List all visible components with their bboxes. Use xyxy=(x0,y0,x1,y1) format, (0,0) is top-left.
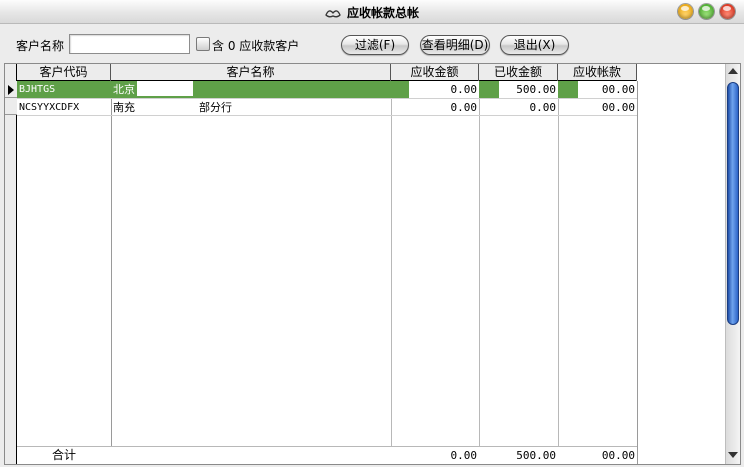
column-header-code[interactable]: 客户代码 xyxy=(17,64,111,81)
row-divider xyxy=(17,115,637,116)
app-logo-icon xyxy=(325,10,341,18)
column-header-name[interactable]: 客户名称 xyxy=(111,64,391,81)
exit-button[interactable]: 退出(X) xyxy=(500,35,569,55)
total-balance: 00.00 xyxy=(601,449,635,462)
title-bar: 应收帐款总帐 xyxy=(0,0,744,24)
customer-name-text: 北京 xyxy=(113,83,135,96)
customer-name-text: 南充 xyxy=(113,101,135,114)
column-header-received[interactable]: 已收金额 xyxy=(479,64,558,81)
redacted-block xyxy=(137,81,193,96)
ledger-grid[interactable]: 客户代码 客户名称 应收金额 已收金额 应收帐款 BJHTGS 北京 0.00 … xyxy=(4,63,741,465)
scroll-up-arrow-icon[interactable] xyxy=(728,68,738,74)
view-detail-button[interactable]: 查看明细(D) xyxy=(420,35,490,55)
customer-name-suffix: 部分行 xyxy=(199,101,232,114)
cell-received: 0.00 xyxy=(529,101,557,114)
cell-customer-name: 南充 部分行 xyxy=(111,99,391,116)
include-zero-label: 含 0 应收款客户 xyxy=(212,39,300,53)
customer-name-input[interactable] xyxy=(69,34,190,54)
column-divider xyxy=(558,81,559,464)
close-icon[interactable] xyxy=(720,4,735,19)
total-received: 500.00 xyxy=(516,449,556,462)
cell-customer-name: 北京 xyxy=(111,81,391,98)
include-zero-checkbox[interactable] xyxy=(196,37,210,51)
customer-name-label: 客户名称 xyxy=(16,39,65,53)
cell-balance: 00.00 xyxy=(601,101,635,114)
window-title: 应收帐款总帐 xyxy=(346,6,419,20)
window-title-wrap: 应收帐款总帐 xyxy=(0,4,744,21)
zoom-icon[interactable] xyxy=(699,4,714,19)
cell-receivable: 0.00 xyxy=(450,101,478,114)
table-header: 客户代码 客户名称 应收金额 已收金额 应收帐款 xyxy=(17,64,637,81)
column-divider xyxy=(111,81,112,464)
column-header-receivable[interactable]: 应收金额 xyxy=(391,64,479,81)
total-row: 合计 0.00 500.00 00.00 xyxy=(17,446,637,464)
column-header-balance[interactable]: 应收帐款 xyxy=(558,64,637,81)
cell-received: 500.00 xyxy=(499,81,558,98)
filter-button[interactable]: 过滤(F) xyxy=(341,35,409,55)
total-label: 合计 xyxy=(51,448,76,462)
total-receivable: 0.00 xyxy=(450,449,478,462)
scroll-thumb[interactable] xyxy=(727,82,739,325)
cell-balance: 00.00 xyxy=(578,81,637,98)
scroll-down-arrow-icon[interactable] xyxy=(728,452,738,458)
column-divider xyxy=(637,81,638,464)
table-row[interactable]: BJHTGS 北京 0.00 500.00 00.00 xyxy=(17,81,637,98)
cell-customer-code: BJHTGS xyxy=(19,84,56,95)
cell-customer-code: NCSYYXCDFX xyxy=(19,102,80,113)
row-indicator[interactable] xyxy=(5,98,17,115)
minimize-icon[interactable] xyxy=(678,4,693,19)
row-indicator[interactable] xyxy=(5,81,17,98)
current-row-arrow-icon xyxy=(8,85,14,95)
row-indicator-column xyxy=(5,64,17,464)
table-row[interactable]: NCSYYXCDFX 南充 部分行 0.00 0.00 00.00 xyxy=(17,99,637,116)
vertical-scrollbar[interactable] xyxy=(725,64,740,464)
column-divider xyxy=(391,81,392,464)
column-divider xyxy=(479,81,480,464)
cell-receivable: 0.00 xyxy=(409,81,479,98)
